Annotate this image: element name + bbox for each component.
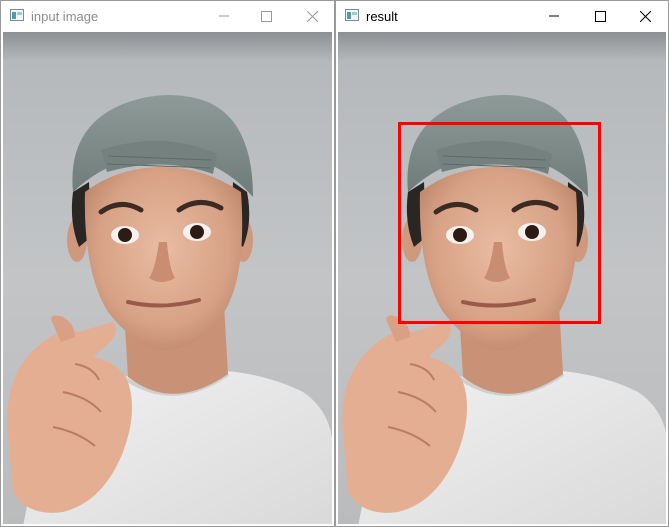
image-canvas	[3, 32, 332, 524]
close-icon	[306, 10, 318, 22]
face-detection-box	[398, 122, 601, 324]
minimize-button[interactable]	[202, 1, 246, 31]
maximize-icon	[260, 10, 272, 22]
window-title: result	[366, 9, 398, 24]
minimize-icon	[549, 15, 559, 17]
minimize-icon	[219, 15, 229, 17]
opencv-window-icon	[10, 9, 24, 21]
maximize-icon	[594, 10, 606, 22]
result-window[interactable]: result	[335, 0, 669, 527]
input-photo	[3, 32, 332, 524]
title-bar[interactable]: input image	[1, 1, 334, 31]
title-bar[interactable]: result	[336, 1, 668, 31]
image-canvas	[338, 32, 666, 524]
close-icon	[639, 10, 651, 22]
maximize-button[interactable]	[244, 1, 288, 31]
minimize-button[interactable]	[532, 1, 576, 31]
window-title: input image	[31, 9, 99, 24]
maximize-button[interactable]	[578, 1, 622, 31]
opencv-window-icon	[345, 9, 359, 21]
close-button[interactable]	[290, 1, 334, 31]
close-button[interactable]	[623, 1, 667, 31]
input-image-window[interactable]: input image	[0, 0, 335, 527]
